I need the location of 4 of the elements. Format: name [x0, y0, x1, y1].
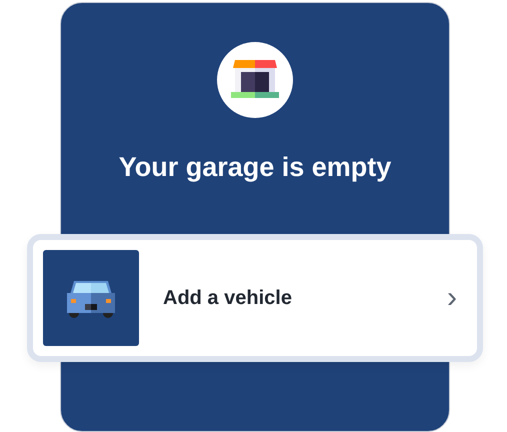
garage-icon	[231, 60, 279, 100]
chevron-icon: ›	[447, 283, 457, 313]
empty-state-title: Your garage is empty	[118, 152, 392, 183]
add-vehicle-button[interactable]: Add a vehicle ›	[27, 234, 483, 362]
